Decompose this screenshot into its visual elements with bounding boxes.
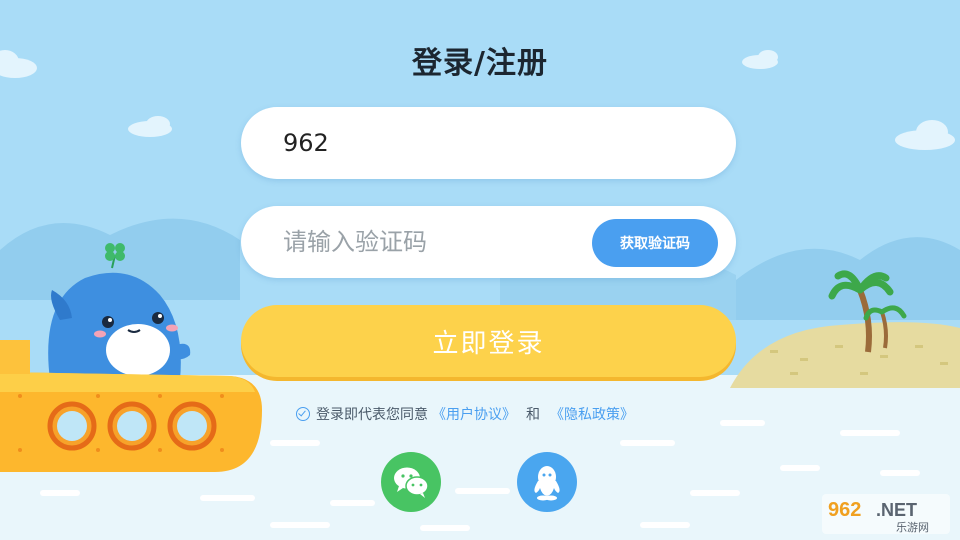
svg-text:962: 962 <box>828 499 861 521</box>
login-button[interactable]: 立即登录 <box>241 305 736 377</box>
svg-text:乐游网: 乐游网 <box>896 521 929 534</box>
agreement-text: 登录即代表您同意 <box>316 407 428 423</box>
agreement-joiner: 和 <box>526 407 540 423</box>
wechat-login-button[interactable] <box>381 452 441 512</box>
agreement-checkbox[interactable] <box>296 407 310 421</box>
qq-login-button[interactable] <box>517 452 577 512</box>
get-code-button[interactable]: 获取验证码 <box>592 219 718 267</box>
svg-text:.NET: .NET <box>876 500 917 520</box>
phone-input[interactable] <box>283 107 703 179</box>
phone-field <box>241 107 736 179</box>
user-agreement-link[interactable]: 《用户协议》 <box>432 404 516 424</box>
wechat-icon <box>394 467 429 498</box>
verification-code-input[interactable] <box>283 206 583 278</box>
privacy-policy-link[interactable]: 《隐私政策》 <box>550 404 634 424</box>
page-title: 登录/注册 <box>412 46 548 81</box>
verification-code-field: 获取验证码 <box>241 206 736 278</box>
watermark-logo: 962 .NET 乐游网 <box>822 494 950 534</box>
agreement-row: 登录即代表您同意 《用户协议》 和 《隐私政策》 <box>296 404 638 424</box>
qq-icon <box>534 466 560 501</box>
